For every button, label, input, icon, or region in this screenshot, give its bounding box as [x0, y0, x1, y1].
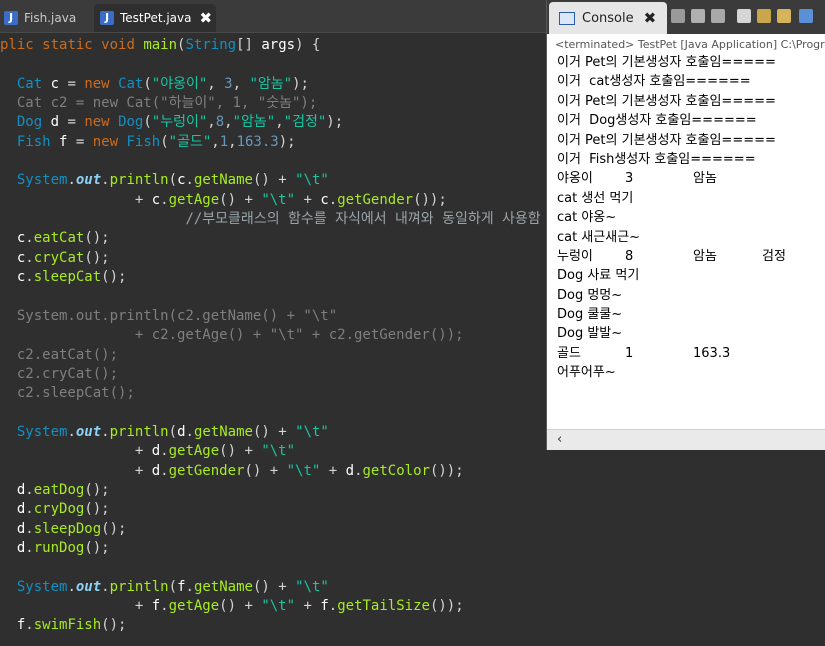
pin-console-icon[interactable] — [799, 9, 813, 23]
console-cell: 8 — [625, 248, 634, 264]
code-line: d.sleepDog(); — [16, 520, 127, 537]
code-line: d.runDog(); — [16, 539, 110, 556]
console-cell: 3 — [625, 171, 634, 187]
code-line: Dog d = new Dog("누렁이",8,"암놈","검정"); — [16, 114, 344, 131]
console-icon — [559, 11, 575, 25]
console-output[interactable]: 이거 Pet의 기본생성자 호출임===== 이거 cat생성자 호출임=====… — [557, 53, 786, 383]
terminate-icon[interactable] — [671, 9, 685, 23]
code-line: System.out.println(c.getName() + "\t" — [16, 172, 329, 189]
code-line: + d.getGender() + "\t" + d.getColor()); — [0, 462, 464, 479]
code-line: c.sleepCat(); — [16, 269, 127, 286]
console-line: 이거 Pet의 기본생성자 호출임===== — [557, 55, 776, 70]
code-line: c.cryCat(); — [16, 249, 110, 266]
tab-console[interactable]: Console ✖ — [549, 2, 667, 34]
java-file-icon: J — [4, 11, 18, 25]
code-line: c2.eatCat(); — [0, 346, 119, 363]
console-line: 이거 Fish생성자 호출임====== — [557, 151, 756, 167]
editor-tab-bar: J Fish.java J TestPet.java ✖ — [0, 0, 546, 33]
scroll-lock-icon[interactable] — [757, 9, 771, 23]
code-line: c.eatCat(); — [16, 230, 110, 247]
console-cell: 야옹이 — [557, 171, 593, 187]
code-line: f.swimFish(); — [16, 617, 127, 634]
clear-console-icon[interactable] — [737, 9, 751, 23]
console-line: 어푸어푸~ — [557, 365, 616, 381]
code-line: + d.getAge() + "\t" — [0, 443, 296, 460]
console-line: cat 생선 먹기 — [557, 190, 634, 206]
console-view: Console ✖ <terminated> TestPet [Java App… — [546, 0, 825, 450]
code-line: + f.getAge() + "\t" + f.getTailSize()); — [0, 597, 464, 614]
code-line: c2.cryCat(); — [0, 365, 119, 382]
console-line: 야옹이 3 암놈 — [557, 169, 776, 188]
tab-label: Fish.java — [24, 11, 77, 25]
code-line: c2.sleepCat(); — [0, 385, 135, 402]
code-line: d.cryDog(); — [16, 501, 110, 518]
scroll-left-icon[interactable]: ‹ — [557, 432, 562, 447]
code-line: System.out.println(d.getName() + "\t" — [16, 423, 329, 440]
console-cell: 누렁이 — [557, 248, 593, 264]
code-line: plic static void main(String[] args) { — [0, 37, 321, 53]
word-wrap-icon[interactable] — [777, 9, 791, 23]
code-line: //부모클래스의 함수를 자식에서 내껴와 동일하게 사용함 — [185, 211, 541, 228]
remove-launch-icon[interactable] — [691, 9, 705, 23]
console-cell: 163.3 — [693, 345, 731, 361]
console-line: cat 새근새근~ — [557, 229, 641, 245]
console-line: 이거 cat생성자 호출임====== — [557, 74, 751, 90]
java-file-icon: J — [100, 11, 114, 25]
code-line: Cat c = new Cat("야옹이", 3, "암놈"); — [16, 75, 309, 92]
code-line: Cat c2 = new Cat("하늘이", 1, "숫놈"); — [0, 95, 318, 112]
console-line: 이거 Pet의 기본생성자 호출임===== — [557, 93, 776, 109]
console-cell: 1 — [625, 345, 634, 361]
console-line: cat 야옹~ — [557, 210, 617, 226]
close-icon[interactable]: ✖ — [199, 9, 212, 27]
code-line: + c2.getAge() + "\t" + c2.getGender()); — [0, 327, 464, 344]
console-line: Dog 사료 먹기 — [557, 268, 640, 284]
console-status: <terminated> TestPet [Java Application] … — [555, 38, 825, 51]
remove-all-terminated-icon[interactable] — [711, 9, 725, 23]
console-cell: 골드 — [557, 345, 581, 361]
close-icon[interactable]: ✖ — [644, 9, 657, 27]
console-header: Console ✖ — [547, 0, 825, 34]
code-line: + c.getAge() + "\t" + c.getGender()); — [0, 191, 447, 208]
console-line: Dog 멍멍~ — [557, 287, 623, 303]
tab-label: TestPet.java — [120, 11, 192, 25]
code-editor[interactable]: J Fish.java J TestPet.java ✖ plic static… — [0, 0, 546, 646]
console-line: 이거 Dog생성자 호출임====== — [557, 113, 757, 129]
console-cell: 암놈 — [693, 171, 717, 187]
code-area[interactable]: plic static void main(String[] args) { C… — [0, 36, 546, 636]
code-line: d.eatDog(); — [16, 481, 110, 498]
console-line: Dog 쿨쿨~ — [557, 307, 623, 323]
tab-fish-java[interactable]: J Fish.java — [4, 4, 90, 32]
console-line: 골드 1 163.3 — [557, 344, 776, 363]
horizontal-scrollbar[interactable]: ‹ — [547, 429, 825, 450]
code-line: System.out.println(f.getName() + "\t" — [16, 578, 329, 595]
tab-testpet-java[interactable]: J TestPet.java ✖ — [94, 4, 216, 32]
console-line: Dog 발발~ — [557, 326, 623, 342]
code-line: System.out.println(c2.getName() + "\t" — [0, 307, 338, 324]
code-line: Fish f = new Fish("골드",1,163.3); — [16, 133, 296, 150]
console-line: 이거 Pet의 기본생성자 호출임===== — [557, 132, 776, 148]
console-line: 누렁이 8 암놈 검정 — [557, 247, 786, 266]
console-tab-label: Console — [582, 10, 634, 26]
console-cell: 암놈 — [693, 248, 717, 264]
console-cell: 검정 — [762, 248, 786, 264]
